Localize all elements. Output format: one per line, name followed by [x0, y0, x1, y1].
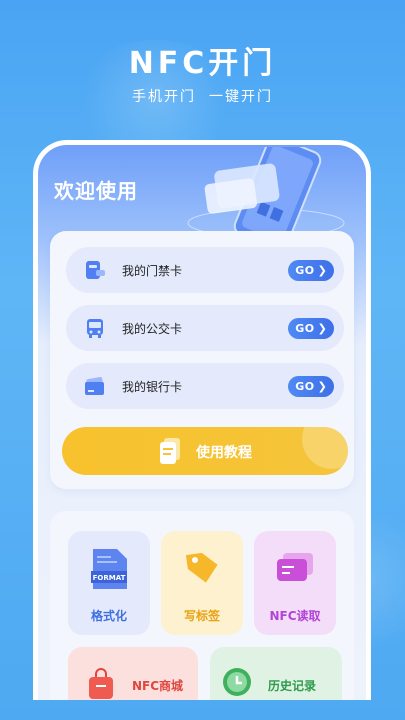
bus-icon — [87, 319, 103, 338]
clock-icon — [223, 668, 251, 696]
access-card-go-button[interactable]: GO ❯ — [288, 260, 334, 281]
chevron-right-icon: ❯ — [317, 380, 327, 393]
bank-card-row[interactable]: 我的银行卡 GO ❯ — [66, 363, 344, 409]
history-tile[interactable]: 历史记录 — [210, 647, 342, 700]
bus-card-go-button[interactable]: GO ❯ — [288, 318, 334, 339]
app-subtitle: 手机开门 一键开门 — [132, 89, 273, 105]
tutorial-button[interactable]: 使用教程 — [62, 427, 348, 475]
nfc-phone-illustration — [187, 147, 345, 243]
document-icon — [160, 438, 180, 464]
chevron-right-icon: ❯ — [317, 264, 327, 277]
decorative-circle — [302, 427, 348, 469]
svg-text:FORMAT: FORMAT — [93, 574, 126, 582]
nfc-card-icon — [277, 553, 313, 581]
card-list-panel: 我的门禁卡 GO ❯ 我的公交卡 GO ❯ 我的银行卡 GO ❯ 使用教程 — [50, 231, 354, 489]
access-card-row[interactable]: 我的门禁卡 GO ❯ — [66, 247, 344, 293]
bus-card-row[interactable]: 我的公交卡 GO ❯ — [66, 305, 344, 351]
tools-panel: FORMAT 格式化 写标签 NFC读取 NFC商城 历史记录 — [50, 511, 354, 700]
format-icon: FORMAT — [91, 549, 127, 589]
nfc-read-label: NFC读取 — [269, 609, 321, 623]
welcome-title: 欢迎使用 — [54, 179, 138, 203]
nfc-shop-label: NFC商城 — [132, 679, 184, 693]
shopping-bag-icon — [89, 668, 113, 699]
nfc-shop-tile[interactable]: NFC商城 — [68, 647, 198, 700]
access-card-label: 我的门禁卡 — [122, 264, 183, 278]
phone-mockup: 欢迎使用 我的门禁卡 GO ❯ 我的公交卡 GO ❯ 我的银行卡 GO ❯ 使用… — [33, 140, 371, 700]
access-card-icon — [86, 261, 105, 279]
bus-card-label: 我的公交卡 — [122, 322, 183, 336]
format-label: 格式化 — [90, 609, 127, 623]
bank-card-label: 我的银行卡 — [122, 380, 183, 394]
tutorial-label: 使用教程 — [196, 445, 252, 461]
app-title: NFC开门 — [128, 46, 277, 81]
history-label: 历史记录 — [268, 679, 317, 693]
bank-card-go-button[interactable]: GO ❯ — [288, 376, 334, 397]
nfc-read-tile[interactable]: NFC读取 — [254, 531, 336, 635]
write-tag-tile[interactable]: 写标签 — [161, 531, 243, 635]
bank-card-icon — [85, 377, 104, 395]
format-tile[interactable]: FORMAT 格式化 — [68, 531, 150, 635]
tag-icon — [185, 552, 218, 583]
chevron-right-icon: ❯ — [317, 322, 327, 335]
write-tag-label: 写标签 — [183, 609, 220, 623]
